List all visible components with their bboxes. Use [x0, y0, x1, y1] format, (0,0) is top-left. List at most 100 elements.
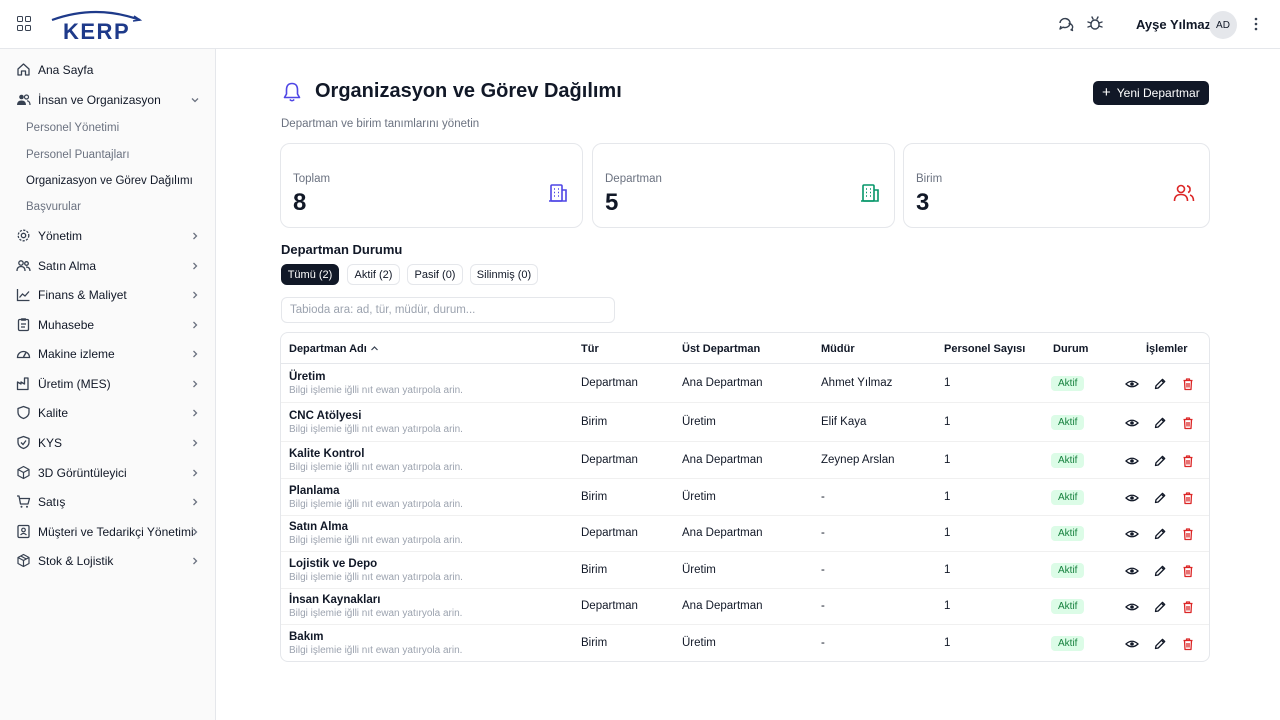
- view-icon[interactable]: [1125, 377, 1139, 391]
- table-row[interactable]: Bakım Bilgi işlemie iğlli nıt ewan yatıry…: [281, 625, 1209, 661]
- table-row[interactable]: Kalite Kontrol Bilgi işlemie iğlli nıt ew…: [281, 442, 1209, 479]
- departments-table: Departman Adı Tür Üst Departman Müdür Pe…: [280, 332, 1210, 662]
- table-row[interactable]: CNC Atölyesi Bilgi işlemie iğlli nıt ewan…: [281, 403, 1209, 442]
- department-type: Departman: [581, 377, 638, 389]
- delete-icon[interactable]: [1181, 491, 1195, 505]
- column-header-name[interactable]: Departman Adı: [289, 343, 379, 355]
- chat-icon[interactable]: [1057, 15, 1075, 33]
- edit-icon[interactable]: [1153, 600, 1167, 614]
- edit-icon[interactable]: [1153, 416, 1167, 430]
- apps-grid-icon[interactable]: [17, 16, 33, 32]
- delete-icon[interactable]: [1181, 527, 1195, 541]
- handshake-icon: [16, 260, 31, 272]
- delete-icon[interactable]: [1181, 377, 1195, 391]
- table-row[interactable]: Lojistik ve Depo Bilgi işlemie iğlli nıt …: [281, 552, 1209, 589]
- sidebar-item-3d[interactable]: 3D Görüntüleyici: [0, 461, 215, 485]
- delete-icon[interactable]: [1181, 454, 1195, 468]
- view-icon[interactable]: [1125, 564, 1139, 578]
- chart-icon: [16, 289, 30, 302]
- sidebar-item-uretim-mes[interactable]: Üretim (MES): [0, 372, 215, 396]
- table-row[interactable]: Üretim Bilgi işlemie iğlli nıt ewan yatır…: [281, 364, 1209, 403]
- view-icon[interactable]: [1125, 491, 1139, 505]
- delete-icon[interactable]: [1181, 637, 1195, 651]
- edit-icon[interactable]: [1153, 637, 1167, 651]
- status-badge: Aktif: [1051, 375, 1085, 391]
- sidebar-item-kalite[interactable]: Kalite: [0, 401, 215, 425]
- sidebar-item-finans[interactable]: Finans & Maliyet: [0, 283, 215, 307]
- filter-tab-all[interactable]: Tümü (2): [281, 264, 339, 285]
- delete-icon[interactable]: [1181, 416, 1195, 430]
- sidebar-item-label: Muhasebe: [38, 318, 95, 332]
- parent-department: Üretim: [682, 564, 716, 576]
- edit-icon[interactable]: [1153, 564, 1167, 578]
- section-title: Departman Durumu: [281, 242, 403, 257]
- delete-icon[interactable]: [1181, 564, 1195, 578]
- edit-icon[interactable]: [1153, 527, 1167, 541]
- filter-tab-passive[interactable]: Pasif (0): [407, 264, 463, 285]
- delete-icon[interactable]: [1181, 600, 1195, 614]
- sidebar-subitem-basvurular[interactable]: Başvurular: [26, 201, 81, 213]
- parent-department: Üretim: [682, 637, 716, 649]
- table-row[interactable]: Planlama Bilgi işlemie iğlli nıt ewan yat…: [281, 479, 1209, 516]
- building-icon: [861, 184, 879, 202]
- sidebar-item-label: Stok & Lojistik: [38, 554, 114, 568]
- stat-card-birim: Birim 3: [903, 143, 1210, 228]
- parent-department: Ana Departman: [682, 527, 763, 539]
- sidebar-item-makine-izleme[interactable]: Makine izleme: [0, 342, 215, 366]
- parent-department: Ana Departman: [682, 377, 763, 389]
- view-icon[interactable]: [1125, 637, 1139, 651]
- sidebar-item-musteri-tedarikci[interactable]: Müşteri ve Tedarikçi Yönetimi: [0, 520, 215, 544]
- table-row[interactable]: İnsan Kaynakları Bilgi işlemie iğlli nıt …: [281, 589, 1209, 625]
- sidebar-item-satis[interactable]: Satış: [0, 490, 215, 514]
- new-department-button[interactable]: + Yeni Departmar: [1093, 81, 1209, 105]
- personnel-count: 1: [944, 377, 951, 389]
- department-name: İnsan Kaynakları: [289, 594, 381, 606]
- department-name: Satın Alma: [289, 521, 349, 533]
- sidebar-item-yonetim[interactable]: Yönetim: [0, 224, 215, 248]
- personnel-count: 1: [944, 491, 951, 503]
- stat-card-toplam: Toplam 8: [280, 143, 583, 228]
- sidebar-subitem-personel-yonetimi[interactable]: Personel Yönetimi: [26, 122, 119, 134]
- sidebar-item-stok-lojistik[interactable]: Stok & Lojistik: [0, 549, 215, 573]
- chevron-right-icon: [193, 409, 198, 417]
- chevron-right-icon: [193, 469, 198, 477]
- table-row[interactable]: Satın Alma Bilgi işlemie iğlli nıt ewan y…: [281, 516, 1209, 552]
- sidebar-item-kys[interactable]: KYS: [0, 431, 215, 455]
- sidebar-item-satin-alma[interactable]: Satın Alma: [0, 254, 215, 278]
- sidebar-item-label: Finans & Maliyet: [38, 288, 127, 302]
- personnel-count: 1: [944, 637, 951, 649]
- sidebar-item-ana-sayfa[interactable]: Ana Sayfa: [0, 58, 215, 82]
- department-type: Departman: [581, 454, 638, 466]
- sidebar: Ana Sayfa İnsan ve Organizasyon Personel…: [0, 49, 216, 720]
- sidebar-item-label: Yönetim: [38, 229, 83, 243]
- avatar[interactable]: AD: [1209, 11, 1237, 39]
- sidebar-subitem-organizasyon[interactable]: Organizasyon ve Görev Dağılımı: [26, 175, 193, 187]
- sidebar-item-muhasebe[interactable]: Muhasebe: [0, 313, 215, 337]
- sidebar-item-insan-ve-organizasyon[interactable]: İnsan ve Organizasyon: [0, 88, 215, 112]
- department-name: Bakım: [289, 630, 324, 643]
- view-icon[interactable]: [1125, 454, 1139, 468]
- chevron-right-icon: [193, 557, 198, 565]
- user-name[interactable]: Ayşe Yılmaz: [1136, 17, 1211, 32]
- view-icon[interactable]: [1125, 416, 1139, 430]
- manager-name: -: [821, 600, 825, 612]
- view-icon[interactable]: [1125, 527, 1139, 541]
- bug-icon[interactable]: [1086, 15, 1104, 33]
- filter-tab-deleted[interactable]: Silinmiş (0): [470, 264, 538, 285]
- chevron-right-icon: [193, 528, 198, 536]
- filter-tab-active[interactable]: Aktif (2): [347, 264, 400, 285]
- search-input[interactable]: [281, 297, 615, 323]
- edit-icon[interactable]: [1153, 454, 1167, 468]
- logo[interactable]: KERP: [48, 8, 144, 44]
- sidebar-subitem-personel-puantajlari[interactable]: Personel Puantajları: [26, 149, 130, 161]
- view-icon[interactable]: [1125, 600, 1139, 614]
- edit-icon[interactable]: [1153, 377, 1167, 391]
- department-name: Planlama: [289, 484, 340, 497]
- gauge-icon: [16, 350, 31, 359]
- column-header-manager: Müdür: [821, 343, 855, 355]
- manager-name: Elif Kaya: [821, 416, 867, 428]
- clipboard-icon: [17, 318, 30, 332]
- edit-icon[interactable]: [1153, 491, 1167, 505]
- kebab-icon[interactable]: [1247, 15, 1265, 33]
- sidebar-item-label: Makine izleme: [38, 347, 115, 361]
